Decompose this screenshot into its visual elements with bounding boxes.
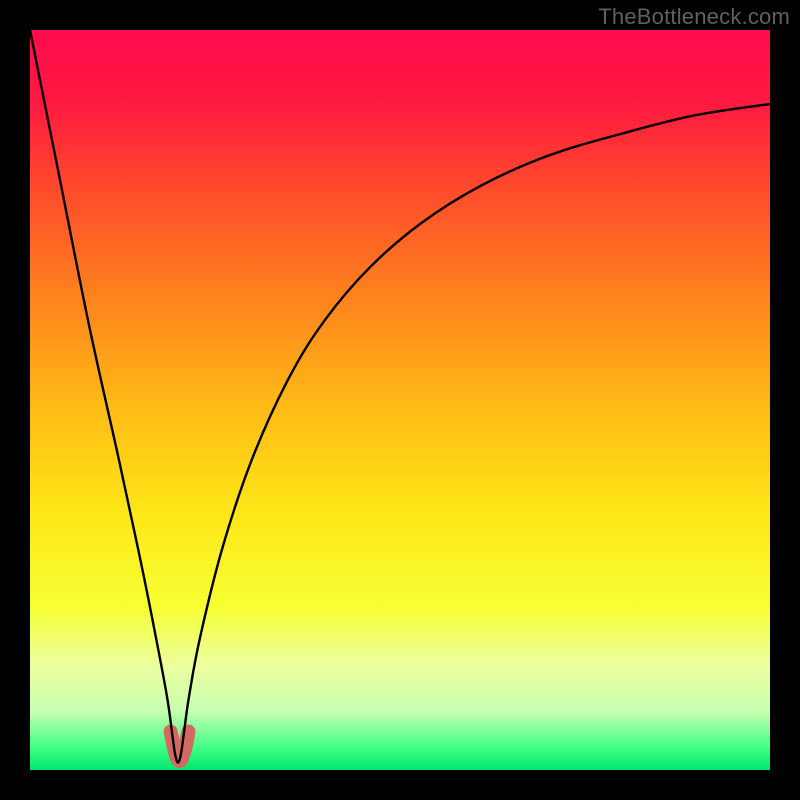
watermark-text: TheBottleneck.com xyxy=(598,4,790,30)
bottleneck-chart xyxy=(30,30,770,770)
gradient-background xyxy=(30,30,770,770)
chart-frame xyxy=(30,30,770,770)
